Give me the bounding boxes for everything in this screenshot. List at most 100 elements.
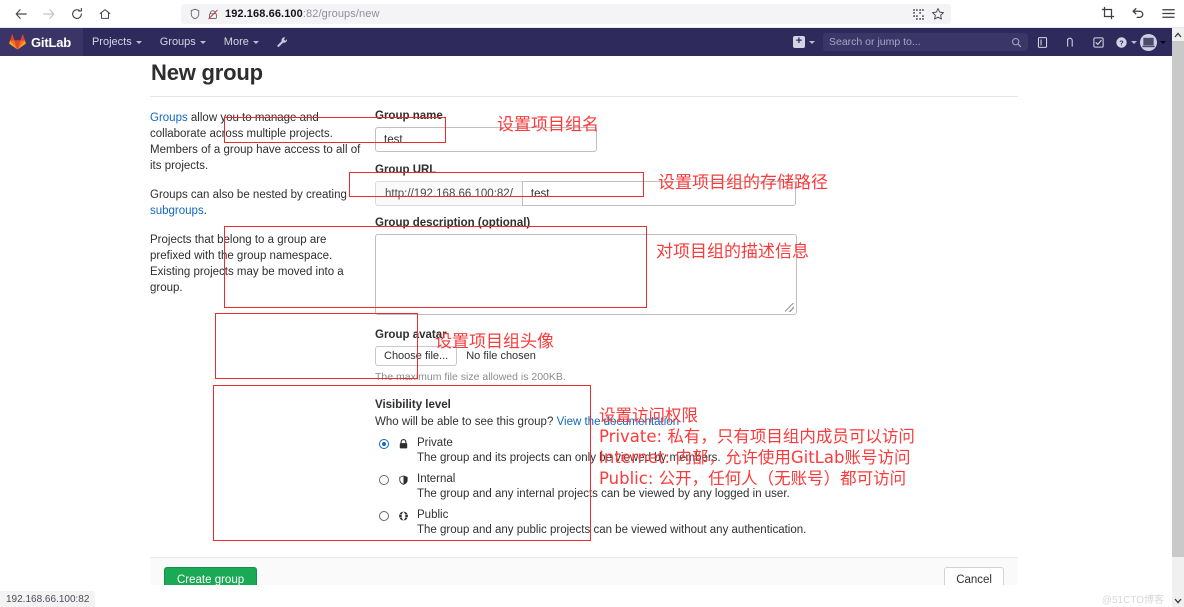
user-menu[interactable] bbox=[1140, 33, 1172, 51]
watermark: @51CTO博客 bbox=[1102, 591, 1164, 606]
annotation-visibility-line-2: Private: 私有，只有项目组内成员可以访问 bbox=[599, 427, 915, 446]
admin-area-button[interactable] bbox=[268, 36, 297, 49]
new-item-dropdown[interactable]: + bbox=[785, 36, 823, 48]
search-icon bbox=[1011, 37, 1022, 48]
create-group-button[interactable]: Create group bbox=[164, 567, 258, 585]
reload-icon bbox=[72, 7, 82, 19]
home-icon bbox=[99, 8, 111, 19]
avatar-size-hint: The maximum file size allowed is 200KB. bbox=[375, 371, 566, 383]
globe-icon bbox=[398, 508, 411, 522]
radio-public[interactable] bbox=[379, 511, 389, 521]
chevron-down-icon bbox=[1131, 40, 1137, 44]
undo-arrow-icon bbox=[1132, 8, 1144, 18]
user-avatar-icon bbox=[1141, 34, 1156, 50]
issues-button[interactable] bbox=[1028, 28, 1056, 56]
screenshot-icon bbox=[1101, 6, 1115, 20]
annotation-visibility-line-3: Internet: 内部，允许使用GitLab账号访问 bbox=[599, 448, 911, 467]
intro-text-2-pre: Groups can also be nested by creating bbox=[150, 189, 347, 201]
group-description-label: Group description (optional) bbox=[375, 217, 531, 229]
gitlab-navbar: GitLab Projects Groups More + Search or … bbox=[0, 28, 1172, 56]
address-bar[interactable]: 192.168.66.100:82/groups/new bbox=[181, 4, 951, 24]
qr-code-button[interactable] bbox=[909, 6, 927, 22]
bookmark-button[interactable] bbox=[929, 6, 947, 22]
admin-wrench-icon bbox=[277, 36, 287, 47]
annotation-group-name-text: 设置项目组名 bbox=[497, 115, 599, 135]
annotation-group-url-text: 设置项目组的存储路径 bbox=[658, 173, 828, 193]
search-input[interactable]: Search or jump to... bbox=[823, 33, 1028, 51]
nav-groups[interactable]: Groups bbox=[151, 28, 215, 56]
visibility-public-desc: The group and any public projects can be… bbox=[417, 524, 807, 536]
plus-icon: + bbox=[793, 36, 805, 48]
lock-icon bbox=[398, 436, 411, 450]
app-menu-button[interactable] bbox=[1158, 3, 1178, 23]
merge-request-icon bbox=[1066, 37, 1073, 47]
url-text: 192.168.66.100:82/groups/new bbox=[225, 8, 380, 20]
gitlab-navbar-right: + Search or jump to... ? bbox=[785, 28, 1172, 56]
group-info-sidebar: Groups allow you to manage and collabora… bbox=[150, 110, 375, 544]
resize-grip-icon[interactable] bbox=[785, 303, 794, 312]
screenshot-button[interactable] bbox=[1098, 3, 1118, 23]
scrollbar-thumb[interactable] bbox=[1172, 41, 1184, 557]
nav-more[interactable]: More bbox=[215, 28, 268, 56]
chevron-up-icon bbox=[1174, 31, 1182, 37]
visibility-public-text: Public The group and any public projects… bbox=[417, 508, 806, 538]
hamburger-menu-icon bbox=[1161, 8, 1175, 18]
cancel-button[interactable]: Cancel bbox=[944, 567, 1004, 585]
page-title: New group bbox=[151, 60, 263, 85]
visibility-option-public[interactable]: Public The group and any public projects… bbox=[375, 508, 1003, 538]
merge-requests-button[interactable] bbox=[1056, 28, 1084, 56]
visibility-public-name: Public bbox=[417, 509, 449, 521]
todos-checkbox-icon bbox=[1092, 36, 1104, 48]
qr-code-icon bbox=[912, 8, 924, 20]
visibility-question-text: Who will be able to see this group? bbox=[375, 416, 554, 428]
chevron-down-icon bbox=[809, 40, 815, 44]
chevron-down-icon bbox=[199, 40, 206, 44]
visibility-internal-desc: The group and any internal projects can … bbox=[417, 488, 790, 500]
chevron-down-icon bbox=[252, 40, 259, 44]
gitlab-home-link[interactable]: GitLab bbox=[0, 28, 83, 56]
help-button[interactable]: ? bbox=[1112, 28, 1140, 56]
forward-arrow-icon bbox=[43, 8, 55, 19]
scroll-up-button[interactable] bbox=[1172, 28, 1184, 41]
radio-private[interactable] bbox=[379, 439, 389, 449]
back-arrow-icon bbox=[15, 8, 27, 19]
chevron-down-icon bbox=[1174, 598, 1182, 604]
groups-link[interactable]: Groups bbox=[150, 112, 188, 124]
group-name-label: Group name bbox=[375, 110, 443, 122]
undo-button[interactable] bbox=[1128, 3, 1148, 23]
shield-icon bbox=[190, 8, 200, 20]
chevron-down-icon bbox=[135, 40, 142, 44]
back-button[interactable] bbox=[8, 3, 34, 25]
group-url-prefix: http://192.168.66.100:82/ bbox=[375, 181, 522, 206]
annotation-group-description-text: 对项目组的描述信息 bbox=[656, 242, 809, 262]
nav-groups-label: Groups bbox=[159, 36, 196, 48]
shield-icon bbox=[398, 472, 411, 486]
avatar bbox=[1140, 33, 1157, 51]
page-scrollbar[interactable] bbox=[1172, 28, 1184, 607]
annotation-visibility-line-1: 设置访问权限 bbox=[599, 406, 698, 425]
annotation-visibility-line-4: Public: 公开，任何人（无账号）都可访问 bbox=[599, 469, 907, 488]
scroll-down-button[interactable] bbox=[1172, 594, 1184, 607]
subgroups-link[interactable]: subgroups bbox=[150, 205, 204, 217]
chevron-down-icon bbox=[1160, 40, 1166, 44]
search-placeholder: Search or jump to... bbox=[829, 36, 921, 48]
browser-toolbar: 192.168.66.100:82/groups/new bbox=[0, 0, 1184, 28]
radio-internal[interactable] bbox=[379, 475, 389, 485]
home-button[interactable] bbox=[92, 3, 118, 25]
todos-button[interactable] bbox=[1084, 28, 1112, 56]
reload-button[interactable] bbox=[64, 3, 90, 25]
group-name-field-group: Group name bbox=[375, 110, 1003, 152]
nav-more-label: More bbox=[223, 36, 249, 48]
address-bar-actions bbox=[909, 6, 947, 22]
intro-paragraph-2: Groups can also be nested by creating su… bbox=[150, 187, 361, 219]
gitlab-nav-items: Projects Groups More bbox=[83, 28, 297, 56]
watermark-text: @51CTO博客 bbox=[1101, 595, 1164, 606]
page-content: New group Groups allow you to manage and… bbox=[0, 56, 1172, 585]
url-host: 192.168.66.100 bbox=[225, 8, 303, 20]
gitlab-logo-text: GitLab bbox=[31, 34, 71, 50]
group-description-field-group: Group description (optional) bbox=[375, 217, 1003, 315]
nav-projects[interactable]: Projects bbox=[83, 28, 151, 56]
help-question-icon: ? bbox=[1116, 36, 1127, 48]
annotation-group-avatar-text: 设置项目组头像 bbox=[435, 332, 554, 352]
forward-button[interactable] bbox=[36, 3, 62, 25]
